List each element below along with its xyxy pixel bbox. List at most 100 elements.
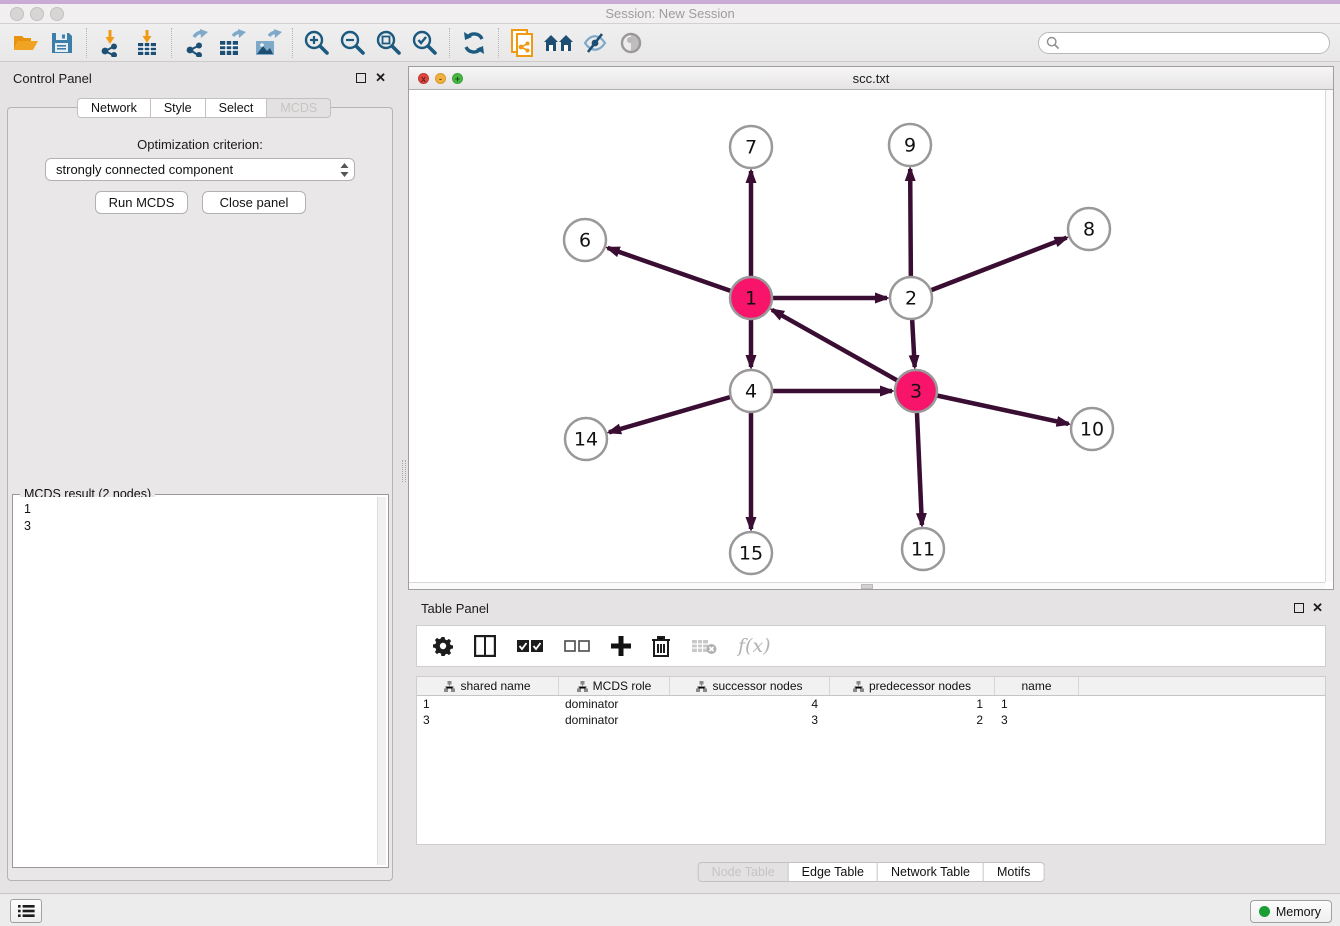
zoom-selected-icon[interactable]: [407, 27, 443, 59]
network-from-selection-icon[interactable]: [505, 27, 541, 59]
table-panel-title: Table Panel: [421, 601, 489, 616]
graph-edge-1-6[interactable]: [608, 248, 751, 298]
result-line: 1: [24, 501, 386, 518]
column-header-mcds-role[interactable]: MCDS role: [559, 677, 670, 695]
column-label: shared name: [460, 679, 530, 693]
table-row[interactable]: 1 dominator 4 1 1: [417, 696, 1325, 712]
close-panel-button[interactable]: Close panel: [202, 191, 306, 214]
tab-mcds[interactable]: MCDS: [267, 98, 331, 118]
select-all-icon[interactable]: [517, 639, 543, 653]
save-session-icon[interactable]: [44, 27, 80, 59]
tree-icon: [853, 681, 864, 692]
panel-splitter[interactable]: [400, 66, 408, 891]
show-column-panel-icon[interactable]: [474, 635, 496, 657]
function-builder-icon[interactable]: f(x): [738, 635, 771, 657]
svg-text:4: 4: [745, 381, 757, 403]
network-canvas[interactable]: 7 9 6 8 1 2 4 3 14 10 15 11: [409, 90, 1333, 582]
zoom-fit-icon[interactable]: [371, 27, 407, 59]
graph-node-9[interactable]: 9: [889, 124, 931, 166]
criterion-dropdown[interactable]: strongly connected component: [45, 158, 355, 181]
graph-edge-2-8[interactable]: [911, 238, 1067, 298]
graph-node-14[interactable]: 14: [565, 418, 607, 460]
open-file-icon[interactable]: [8, 27, 44, 59]
tab-network-table[interactable]: Network Table: [878, 862, 984, 882]
network-window-titlebar[interactable]: x - + scc.txt: [409, 67, 1333, 90]
graph-node-10[interactable]: 10: [1071, 408, 1113, 450]
add-column-icon[interactable]: [611, 636, 631, 656]
task-history-button[interactable]: [10, 899, 42, 923]
close-panel-icon[interactable]: ✕: [1312, 600, 1323, 616]
table-panel-header: Table Panel ✕: [408, 596, 1334, 622]
column-label: successor nodes: [712, 679, 802, 693]
cell-successor-nodes: 4: [670, 696, 830, 712]
export-image-icon[interactable]: [250, 27, 286, 59]
column-label: MCDS role: [593, 679, 652, 693]
table-panel-tabs: Node Table Edge Table Network Table Moti…: [698, 862, 1045, 882]
result-scrollbar[interactable]: [377, 497, 386, 865]
tab-motifs[interactable]: Motifs: [984, 862, 1044, 882]
network-graph: 7 9 6 8 1 2 4 3 14 10 15 11: [409, 90, 1333, 582]
float-panel-icon[interactable]: [1294, 603, 1304, 613]
graph-edge-3-10[interactable]: [916, 391, 1069, 424]
show-graphics-details-icon[interactable]: [613, 27, 649, 59]
network-vertical-scrollbar[interactable]: [1325, 90, 1333, 582]
table-row[interactable]: 3 dominator 3 2 3: [417, 712, 1325, 728]
run-mcds-button[interactable]: Run MCDS: [95, 191, 188, 214]
svg-text:9: 9: [904, 135, 916, 157]
graph-edge-3-1[interactable]: [772, 310, 916, 391]
search-box: [1038, 32, 1330, 54]
control-panel-header: Control Panel ✕: [0, 66, 400, 92]
svg-text:14: 14: [574, 429, 598, 451]
float-panel-icon[interactable]: [356, 73, 366, 83]
graph-node-3[interactable]: 3: [895, 370, 937, 412]
close-panel-icon[interactable]: ✕: [375, 70, 386, 86]
graph-node-1[interactable]: 1: [730, 277, 772, 319]
mcds-result-textarea[interactable]: 1 3: [15, 497, 386, 865]
gear-icon[interactable]: [433, 636, 453, 656]
refresh-icon[interactable]: [456, 27, 492, 59]
graph-node-6[interactable]: 6: [564, 219, 606, 261]
tab-edge-table[interactable]: Edge Table: [789, 862, 878, 882]
home-layout-icon[interactable]: [541, 27, 577, 59]
delete-column-icon[interactable]: [652, 635, 670, 657]
graph-node-11[interactable]: 11: [902, 528, 944, 570]
cell-mcds-role: dominator: [559, 696, 670, 712]
column-header-successor-nodes[interactable]: successor nodes: [670, 677, 830, 695]
export-network-icon[interactable]: [178, 27, 214, 59]
table-header-row: shared name MCDS role successor nodes pr…: [417, 677, 1325, 696]
node-table: shared name MCDS role successor nodes pr…: [416, 676, 1326, 845]
column-header-name[interactable]: name: [995, 677, 1079, 695]
status-bar: Memory: [0, 893, 1340, 926]
svg-text:10: 10: [1080, 419, 1104, 441]
graph-node-8[interactable]: 8: [1068, 208, 1110, 250]
deselect-all-icon[interactable]: [564, 639, 590, 653]
control-panel: Control Panel ✕ Network Style Select MCD…: [0, 66, 400, 891]
application-window: Session: New Session: [0, 0, 1340, 926]
delete-table-icon[interactable]: [691, 637, 717, 655]
svg-text:3: 3: [910, 381, 922, 403]
graph-node-15[interactable]: 15: [730, 532, 772, 574]
export-table-icon[interactable]: [214, 27, 250, 59]
tree-icon: [577, 681, 588, 692]
cell-predecessor-nodes: 1: [830, 696, 995, 712]
column-header-predecessor-nodes[interactable]: predecessor nodes: [830, 677, 995, 695]
tab-style[interactable]: Style: [151, 98, 206, 118]
mcds-result-groupbox: MCDS result (2 nodes) 1 3: [12, 494, 389, 868]
import-table-icon[interactable]: [129, 27, 165, 59]
graph-node-4[interactable]: 4: [730, 370, 772, 412]
scrollbar-thumb[interactable]: [861, 584, 873, 589]
memory-button[interactable]: Memory: [1250, 900, 1332, 923]
column-label: name: [1021, 679, 1051, 693]
search-input[interactable]: [1060, 34, 1329, 52]
tab-network[interactable]: Network: [77, 98, 151, 118]
tab-node-table[interactable]: Node Table: [698, 862, 789, 882]
hide-graphics-details-icon[interactable]: [577, 27, 613, 59]
tab-select[interactable]: Select: [206, 98, 268, 118]
import-network-icon[interactable]: [93, 27, 129, 59]
graph-node-2[interactable]: 2: [890, 277, 932, 319]
zoom-in-icon[interactable]: [299, 27, 335, 59]
graph-node-7[interactable]: 7: [730, 126, 772, 168]
zoom-out-icon[interactable]: [335, 27, 371, 59]
column-header-shared-name[interactable]: shared name: [417, 677, 559, 695]
network-horizontal-scrollbar[interactable]: [409, 582, 1325, 589]
